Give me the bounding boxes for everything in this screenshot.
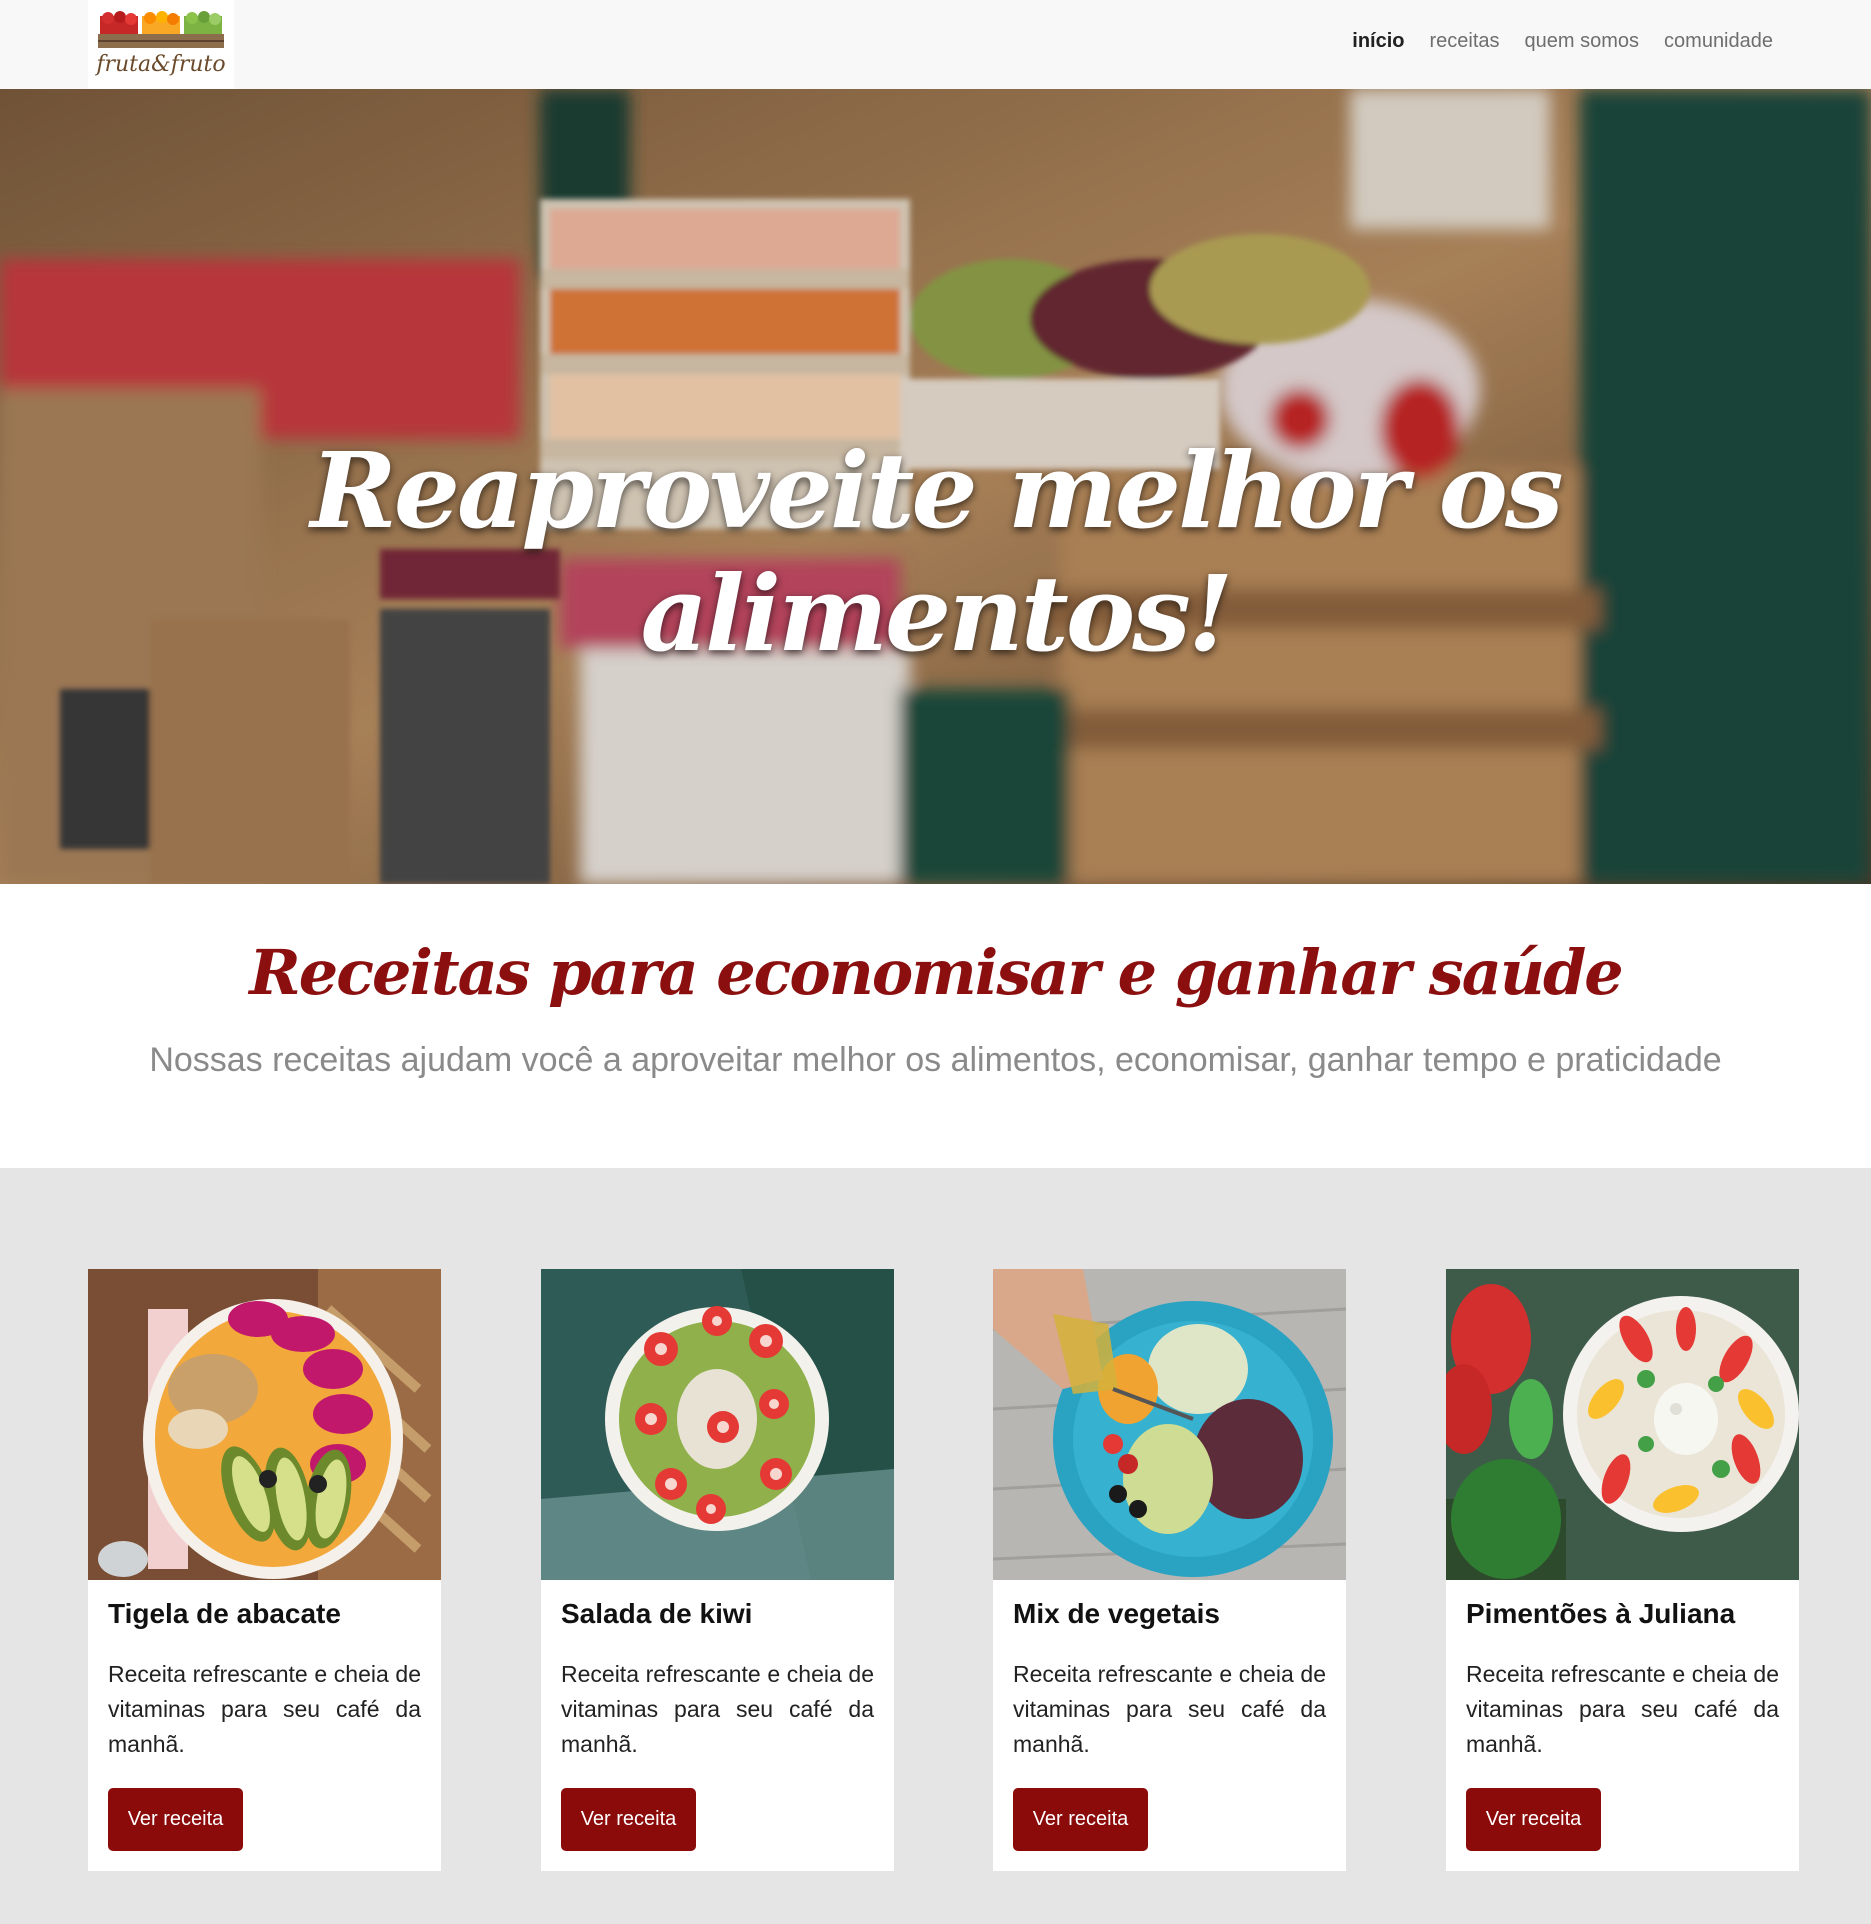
recipe-description: Receita refrescante e cheia de vitaminas… bbox=[561, 1661, 874, 1757]
recipe-description: Receita refrescante e cheia de vitaminas… bbox=[108, 1661, 421, 1757]
navbar: fruta&fruto início receitas quem somos c… bbox=[0, 0, 1871, 89]
recipe-title: Pimentões à Juliana bbox=[1466, 1598, 1736, 1629]
ver-receita-button[interactable]: Ver receita bbox=[1013, 1788, 1148, 1851]
kiwi-bowl-photo bbox=[541, 1269, 894, 1580]
recipe-card: Mix de vegetais Receita refrescante e ch… bbox=[993, 1269, 1346, 1871]
ver-receita-button[interactable]: Ver receita bbox=[561, 1788, 696, 1851]
intro-subtitle: Nossas receitas ajudam você a aproveitar… bbox=[149, 1041, 1722, 1079]
recipe-image[interactable] bbox=[993, 1269, 1346, 1580]
recipe-card: Tigela de abacate Receita refrescante e … bbox=[88, 1269, 441, 1871]
hero-banner: Reaproveite melhor os alimentos! bbox=[0, 89, 1871, 884]
nav-link-inicio[interactable]: início bbox=[1352, 30, 1404, 53]
avocado-bowl-photo bbox=[88, 1269, 441, 1580]
recipe-card: Salada de kiwi Receita refrescante e che… bbox=[541, 1269, 894, 1871]
logo-text: fruta&fruto bbox=[96, 52, 226, 77]
hero-title: Reaproveite melhor os alimentos! bbox=[310, 429, 1564, 675]
nav-link-receitas[interactable]: receitas bbox=[1430, 30, 1500, 53]
main-nav: início receitas quem somos comunidade bbox=[1352, 30, 1773, 53]
recipe-card: Pimentões à Juliana Receita refrescante … bbox=[1446, 1269, 1799, 1871]
recipe-title: Salada de kiwi bbox=[561, 1598, 753, 1629]
vegetable-mix-photo bbox=[993, 1269, 1346, 1580]
intro-title: Receitas para economisar e ganhar saúde bbox=[249, 936, 1624, 1009]
recipe-image[interactable] bbox=[1446, 1269, 1799, 1580]
recipes-section: Tigela de abacate Receita refrescante e … bbox=[0, 1168, 1871, 1924]
nav-link-quem-somos[interactable]: quem somos bbox=[1525, 30, 1640, 53]
ver-receita-button[interactable]: Ver receita bbox=[1466, 1788, 1601, 1851]
recipe-image[interactable] bbox=[88, 1269, 441, 1580]
peppers-salad-photo bbox=[1446, 1269, 1799, 1580]
intro-section: Receitas para economisar e ganhar saúde … bbox=[0, 884, 1871, 1168]
recipe-title: Mix de vegetais bbox=[1013, 1598, 1220, 1629]
logo[interactable]: fruta&fruto bbox=[88, 0, 234, 89]
recipe-description: Receita refrescante e cheia de vitaminas… bbox=[1466, 1661, 1779, 1757]
recipe-title: Tigela de abacate bbox=[108, 1598, 341, 1629]
nav-link-comunidade[interactable]: comunidade bbox=[1664, 30, 1773, 53]
recipe-description: Receita refrescante e cheia de vitaminas… bbox=[1013, 1661, 1326, 1757]
fruit-crates-logo-icon bbox=[98, 11, 224, 48]
ver-receita-button[interactable]: Ver receita bbox=[108, 1788, 243, 1851]
recipe-image[interactable] bbox=[541, 1269, 894, 1580]
